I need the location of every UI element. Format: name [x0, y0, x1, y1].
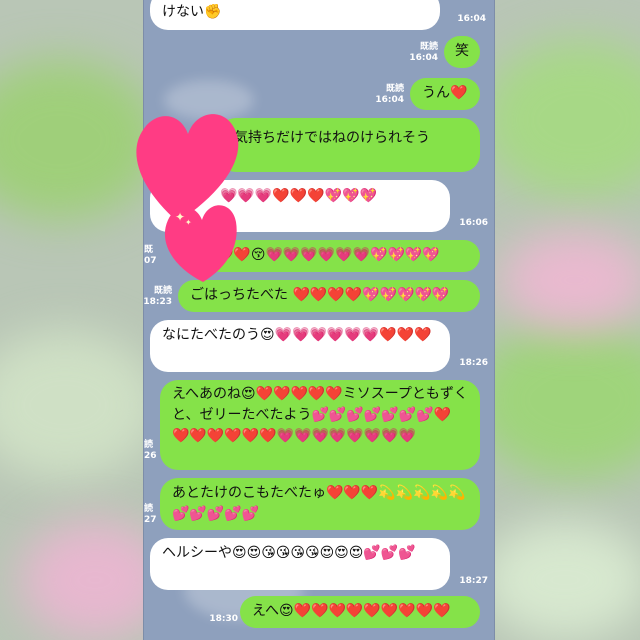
message-bubble-outgoing[interactable]: 笑: [444, 36, 480, 68]
message-text: えへあのね😍❤️❤️❤️❤️❤️ミソスープともずくと、ゼリーたべたよう💕💕💕💕💕…: [172, 386, 468, 444]
message-time: 26: [144, 451, 157, 461]
message-time: 18:30: [209, 614, 238, 624]
message-text: あとたけのこもたべたゅ❤️❤️❤️💫💫💫💫💫💕💕💕💕💕: [172, 485, 466, 522]
message-meta: 18:30: [196, 614, 238, 625]
message-time: 16:06: [459, 218, 488, 228]
message-time: 18:26: [459, 358, 488, 368]
read-receipt: 既読: [385, 84, 404, 94]
message-time: 16:04: [409, 53, 438, 63]
message-meta: 16:04: [446, 14, 486, 25]
message-meta: 読 27: [144, 504, 157, 526]
message-bubble-outgoing[interactable]: えへ😍❤️❤️❤️❤️❤️❤️❤️❤️❤️: [240, 596, 480, 628]
read-receipt: 読: [144, 504, 154, 514]
message-time: 16:04: [375, 95, 404, 105]
message-meta: 18:26: [452, 358, 488, 369]
message-text: えへ😍❤️❤️❤️❤️❤️❤️❤️❤️❤️: [252, 603, 451, 619]
message-bubble-incoming[interactable]: ヘルシーや😍😍😘😘😘😘😍😍😍💕💕💕: [150, 538, 450, 590]
message-bubble-incoming[interactable]: けない✊: [150, 0, 440, 30]
read-receipt: 読: [144, 440, 154, 450]
message-meta: 既読 16:04: [362, 84, 404, 106]
message-bubble-outgoing[interactable]: 気持ちだけではねのけられそう: [218, 118, 480, 172]
message-time: 27: [144, 515, 157, 525]
message-text: なにたべたのう😍💗💗💗💗💗💗❤️❤️❤️: [162, 327, 432, 343]
sparkle-icon: ✦: [185, 218, 192, 227]
message-bubble-outgoing[interactable]: えへあのね😍❤️❤️❤️❤️❤️ミソスープともずくと、ゼリーたべたよう💕💕💕💕💕…: [160, 380, 480, 470]
message-bubble-outgoing[interactable]: あとたけのこもたべたゅ❤️❤️❤️💫💫💫💫💫💕💕💕💕💕: [160, 478, 480, 530]
message-time: 18:27: [459, 576, 488, 586]
message-text: うん❤️: [422, 85, 468, 101]
heart-sticker-icon: [136, 114, 239, 282]
message-bubble-incoming[interactable]: なにたべたのう😍💗💗💗💗💗💗❤️❤️❤️: [150, 320, 450, 372]
message-text: ヘルシーや😍😍😘😘😘😘😍😍😍💕💕💕: [162, 545, 416, 561]
message-bubble-outgoing[interactable]: うん❤️: [410, 78, 480, 110]
message-text: 笑: [455, 43, 469, 59]
message-time: 16:04: [457, 14, 486, 24]
message-text: 気持ちだけではねのけられそう: [234, 130, 430, 146]
message-meta: 読 26: [144, 440, 157, 462]
message-meta: 16:06: [452, 218, 488, 229]
read-receipt: 既読: [419, 42, 438, 52]
message-time: 18:23: [143, 297, 172, 307]
message-text: けない✊: [162, 4, 222, 20]
message-meta: 18:27: [452, 576, 488, 587]
message-meta: 既読 16:04: [396, 42, 438, 64]
message-text: ❤️❤️😚💗💗💗💗💗💗💖💖💖💖: [216, 247, 440, 263]
sparkle-icon: ✦: [175, 210, 186, 224]
